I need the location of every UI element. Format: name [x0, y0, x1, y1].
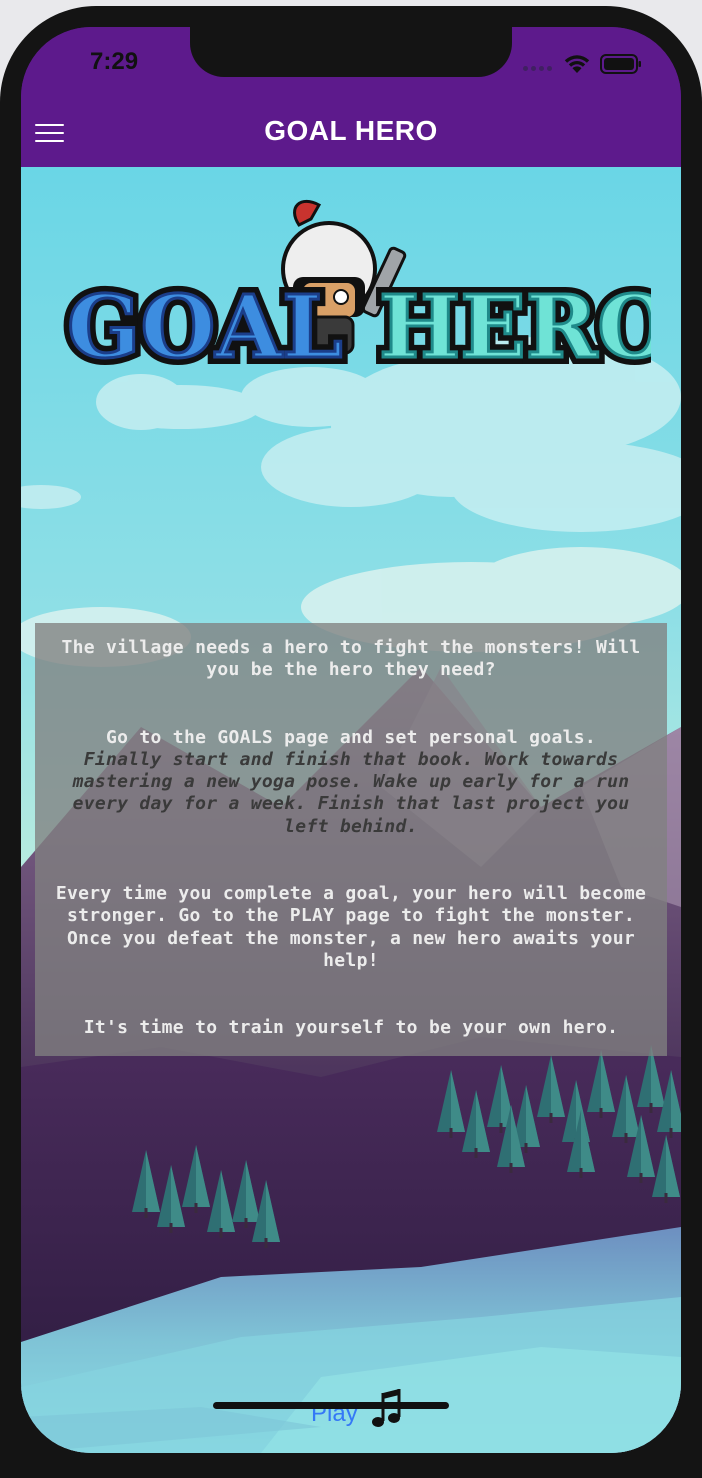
story-instructions-panel: The village needs a hero to fight the mo… [35, 623, 667, 1056]
story-goals: Go to the GOALS page and set personal go… [49, 727, 653, 838]
svg-text:GOAL: GOAL [67, 277, 343, 378]
wifi-icon [564, 55, 590, 73]
goals-instruction: Go to the GOALS page and set personal go… [105, 726, 597, 748]
status-time: 7:29 [90, 48, 139, 75]
page-title: GOAL HERO [264, 115, 438, 146]
home-content[interactable]: GOAL GOAL HERO HERO The village needs a … [21, 167, 681, 1453]
home-indicator[interactable] [213, 1402, 449, 1409]
story-progress: Every time you complete a goal, your her… [55, 883, 647, 971]
goal-hero-logo: GOAL GOAL HERO HERO [61, 199, 651, 385]
story-intro: The village needs a hero to fight the mo… [61, 637, 641, 681]
music-note-icon[interactable] [371, 1385, 411, 1433]
app-screen: GOAL HERO GOAL GOAL HERO HERO The villag… [21, 27, 681, 1453]
cellular-signal-icon [523, 64, 555, 72]
device-notch [190, 27, 512, 77]
story-closing: It's time to train yourself to be your o… [83, 1017, 619, 1039]
goal-examples: Finally start and finish that book. Work… [72, 748, 630, 837]
battery-icon [600, 54, 641, 74]
svg-text:HERO: HERO [379, 277, 651, 378]
